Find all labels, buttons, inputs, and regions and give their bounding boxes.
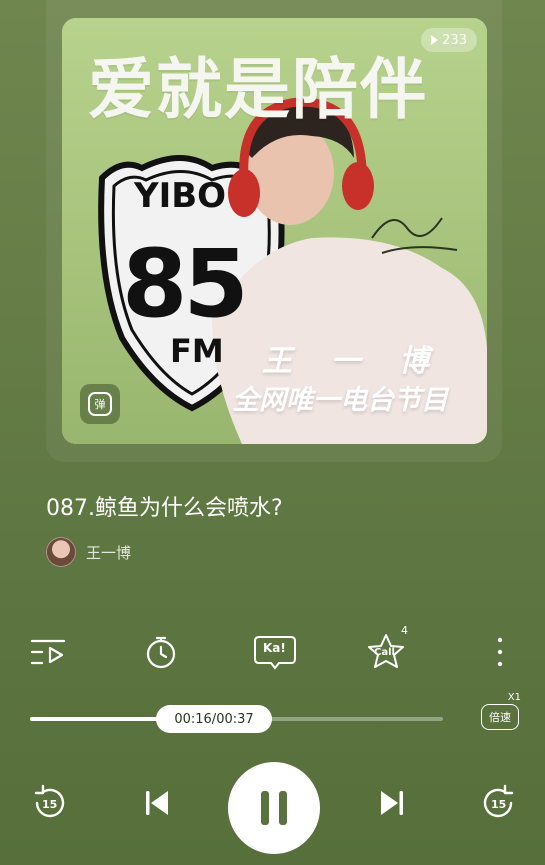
previous-button[interactable]	[132, 778, 182, 828]
danmu-label: 弹	[94, 398, 106, 411]
host-name: 王 一 博	[262, 344, 443, 379]
speed-button[interactable]: 倍速 X1	[481, 692, 521, 730]
call-label: Call	[374, 647, 395, 658]
speed-value: X1	[507, 692, 521, 703]
call-count-badge: 4	[401, 624, 408, 637]
rewind-15-button[interactable]: 15	[24, 778, 74, 828]
headphone-left	[228, 169, 260, 217]
danmu-icon: 弹	[88, 392, 112, 416]
forward-seconds: 15	[491, 798, 506, 811]
progress-time-handle[interactable]: 00:16/00:37	[156, 705, 272, 733]
cover-title: 爱就是陪伴	[88, 51, 428, 128]
sign-bottom-text: FM	[170, 332, 224, 370]
play-icon	[431, 35, 439, 45]
danmu-toggle-button[interactable]: 弹	[80, 384, 120, 424]
karaoke-label: Ka!	[263, 641, 286, 655]
album-cover[interactable]: 爱就是陪伴 YIBO 85 FM 王 一 博 全网唯一电台节目 233 弹	[62, 18, 487, 444]
sign-top-text: YIBO	[134, 176, 227, 216]
skip-next-icon	[381, 791, 403, 815]
cover-tagline: 全网唯一电台节目	[232, 385, 448, 416]
speed-label: 倍速	[481, 704, 519, 730]
more-vertical-icon	[497, 637, 503, 667]
sign-number: 85	[122, 230, 249, 339]
timer-icon	[146, 636, 176, 669]
sleep-timer-button[interactable]	[139, 630, 183, 674]
rewind-seconds: 15	[42, 798, 57, 811]
avatar	[46, 537, 76, 567]
headphone-right	[342, 162, 374, 210]
track-title: 087.鲸鱼为什么会喷水?	[46, 496, 283, 521]
forward-15-button[interactable]: 15	[474, 778, 524, 828]
skip-previous-icon	[146, 791, 168, 815]
call-button[interactable]: Call 4	[364, 624, 408, 674]
more-options-button[interactable]	[480, 630, 520, 674]
artist-row[interactable]: 王一博	[46, 537, 131, 567]
pause-icon	[261, 791, 287, 825]
playlist-button[interactable]	[26, 630, 70, 674]
play-count-value: 233	[442, 32, 467, 48]
progress-time: 00:16/00:37	[174, 711, 254, 727]
playlist-icon	[30, 639, 66, 665]
play-count-badge: 233	[421, 28, 477, 52]
forward-icon: 15	[483, 784, 514, 818]
pause-button[interactable]	[228, 762, 320, 854]
karaoke-button[interactable]: Ka!	[251, 630, 299, 674]
rewind-icon: 15	[34, 784, 65, 818]
artist-name: 王一博	[86, 543, 132, 562]
next-button[interactable]	[367, 778, 417, 828]
